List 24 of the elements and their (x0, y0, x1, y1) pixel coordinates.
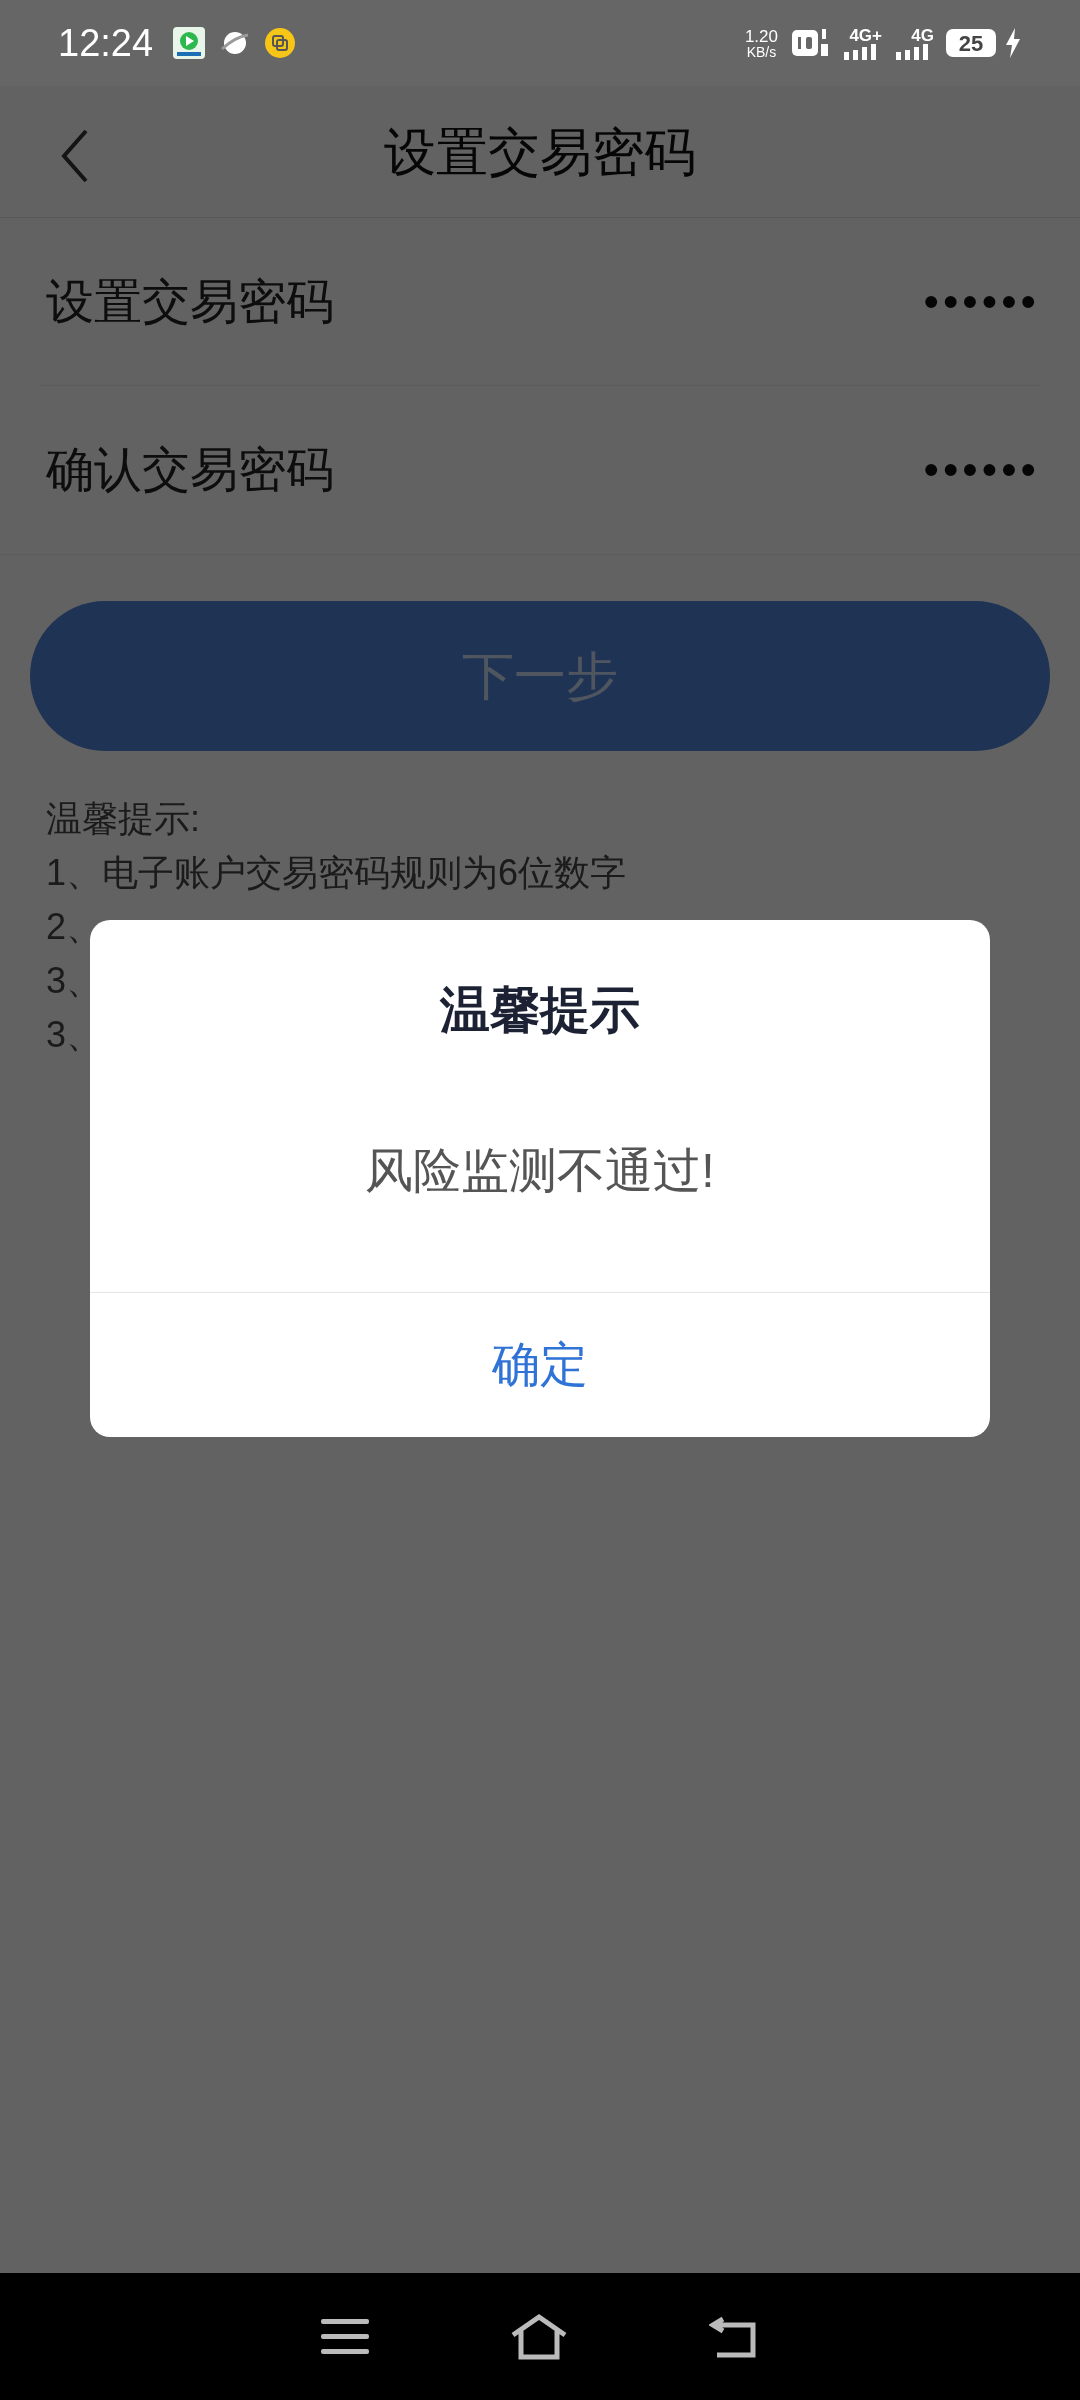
dialog-message: 风险监测不通过! (364, 1143, 716, 1199)
password-field[interactable]: 确认交易密码 •••••• (40, 386, 1040, 554)
dialog-title: 温馨提示 (438, 981, 641, 1040)
net-unit: KB/s (746, 44, 777, 59)
tip-line: 1、电子账户交易密码规则为6位数字 (46, 851, 628, 895)
copy-icon (265, 28, 296, 58)
app-icon (173, 27, 206, 59)
network-type: 4G (911, 26, 934, 44)
tip-line: 3、 (46, 1013, 104, 1057)
battery-indicator: 25 (946, 29, 996, 57)
back-icon[interactable] (709, 2314, 759, 2359)
charging-icon (1004, 28, 1022, 58)
tip-line: 2、 (46, 905, 104, 949)
confirm-button[interactable]: 确定 (90, 1293, 990, 1437)
page-title: 设置交易密码 (384, 121, 696, 183)
tip-line: 3、 (46, 959, 104, 1003)
net-speed: 1.20 (744, 27, 778, 45)
tips-title: 温馨提示: (46, 797, 201, 841)
network-type: 4G+ (849, 26, 882, 44)
password-field[interactable]: 设置交易密码 •••••• (40, 218, 1040, 386)
hd-icon (792, 29, 828, 57)
status-time: 12:24 (58, 20, 154, 66)
home-icon[interactable] (509, 2312, 569, 2361)
menu-icon[interactable] (321, 2316, 369, 2357)
